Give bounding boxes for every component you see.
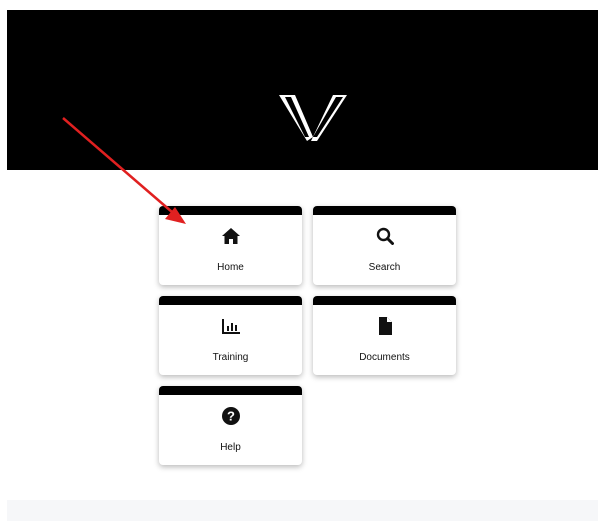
v-logo-icon <box>279 95 347 141</box>
tile-label-help: Help <box>220 442 241 453</box>
tile-label-search: Search <box>368 262 401 273</box>
help-icon: ? <box>221 407 240 425</box>
footer-strip <box>7 500 598 521</box>
document-icon <box>378 317 392 335</box>
search-tile[interactable]: Search <box>313 206 456 285</box>
tile-label-training: Training <box>212 352 249 363</box>
svg-text:?: ? <box>227 409 235 424</box>
tile-label-documents: Documents <box>359 352 410 363</box>
tile-header-bar <box>159 206 302 215</box>
training-tile[interactable]: Training <box>159 296 302 375</box>
tile-label-home: Home <box>217 262 244 273</box>
header-banner <box>7 10 598 170</box>
chart-icon <box>221 318 240 334</box>
home-icon <box>221 228 240 244</box>
tile-header-bar <box>313 206 456 215</box>
search-icon <box>376 227 394 245</box>
tile-header-bar <box>313 296 456 305</box>
help-tile[interactable]: ? Help <box>159 386 302 465</box>
tile-header-bar <box>159 296 302 305</box>
documents-tile[interactable]: Documents <box>313 296 456 375</box>
home-tile[interactable]: Home <box>159 206 302 285</box>
tile-header-bar <box>159 386 302 395</box>
